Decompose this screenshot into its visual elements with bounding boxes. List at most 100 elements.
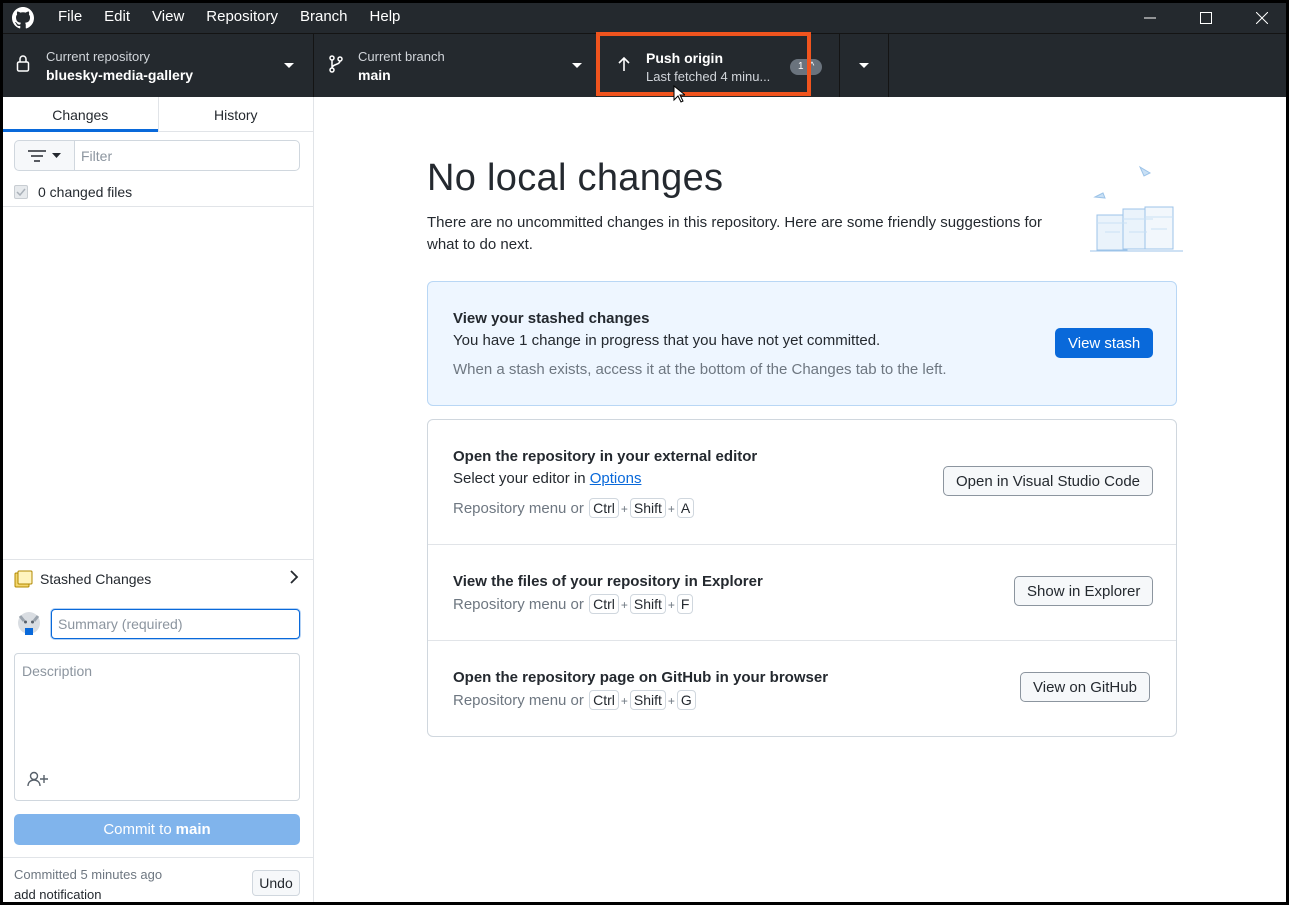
last-commit-message: add notification — [14, 887, 102, 902]
intro-text: There are no uncommitted changes in this… — [427, 214, 1043, 253]
user-avatar — [18, 612, 40, 635]
branch-icon — [329, 55, 343, 73]
add-coauthor-icon[interactable] — [27, 771, 49, 787]
last-fetched-text: Last fetched 4 minu... — [646, 69, 771, 84]
select-all-checkbox[interactable] — [14, 184, 28, 199]
more-options-dropdown[interactable] — [840, 34, 889, 98]
stash-card: View your stashed changes You have 1 cha… — [427, 281, 1177, 406]
mouse-cursor-icon — [673, 85, 685, 103]
suggestions-card: Open the repository in your external edi… — [427, 419, 1177, 737]
key-ctrl: Ctrl — [589, 594, 619, 614]
commit-summary-input[interactable] — [51, 609, 300, 639]
stash-icon — [14, 570, 33, 587]
close-icon — [1256, 12, 1268, 24]
last-commit-time: Committed 5 minutes ago — [14, 867, 163, 882]
chevron-down-icon — [52, 153, 61, 158]
page-title: No local changes — [427, 157, 724, 199]
toolbar: Current repository bluesky-media-gallery… — [3, 33, 1286, 98]
divider — [428, 544, 1176, 545]
stash-card-title: View your stashed changes — [453, 310, 650, 327]
empty-state-illustration — [1090, 165, 1183, 252]
filter-options-button[interactable] — [14, 140, 74, 171]
editor-card-title: Open the repository in your external edi… — [453, 448, 758, 465]
main-panel: No local changes There are no uncommitte… — [315, 97, 1286, 902]
push-count-badge: 1 ^ — [790, 59, 823, 75]
editor-text-prefix: Select your editor in — [453, 470, 586, 487]
editor-card-text: Select your editor in Options — [453, 470, 641, 487]
sidebar: Changes History 0 changed files — [3, 97, 314, 902]
filter-row — [14, 140, 300, 171]
view-stash-button[interactable]: View stash — [1055, 328, 1154, 358]
branch-label: Current branch — [358, 49, 445, 64]
github-logo-icon — [12, 7, 34, 29]
stashed-changes-row[interactable]: Stashed Changes — [3, 559, 313, 597]
push-count: 1 — [798, 61, 804, 72]
lock-icon — [16, 55, 30, 72]
divider — [428, 640, 1176, 641]
changed-files-row: 0 changed files — [3, 177, 313, 207]
key-f: F — [676, 594, 694, 614]
menu-repository[interactable]: Repository — [195, 3, 289, 33]
tab-history[interactable]: History — [157, 97, 314, 131]
key-ctrl: Ctrl — [589, 498, 619, 518]
changed-files-count: 0 changed files — [38, 183, 133, 200]
filter-icon — [28, 149, 46, 162]
editor-shortcut: Repository menu or Ctrl + Shift + A — [453, 498, 695, 518]
commit-button-prefix: Commit to — [103, 821, 172, 838]
undo-button[interactable]: Undo — [252, 870, 300, 896]
filter-input[interactable] — [74, 140, 300, 171]
github-card-title: Open the repository page on GitHub in yo… — [453, 669, 829, 686]
menu-help[interactable]: Help — [359, 3, 412, 33]
minimize-icon — [1144, 17, 1156, 19]
shortcut-prefix: Repository menu or — [453, 500, 584, 517]
menu-branch[interactable]: Branch — [289, 3, 359, 33]
key-shift: Shift — [629, 498, 666, 518]
shortcut-prefix: Repository menu or — [453, 692, 584, 709]
explorer-shortcut: Repository menu or Ctrl + Shift + F — [453, 594, 694, 614]
check-icon — [16, 188, 26, 196]
show-in-explorer-button[interactable]: Show in Explorer — [1014, 576, 1154, 606]
explorer-card-title: View the files of your repository in Exp… — [453, 573, 763, 590]
menu-edit[interactable]: Edit — [93, 3, 141, 33]
arrow-up-icon — [618, 56, 630, 71]
key-a: A — [676, 498, 695, 518]
key-shift: Shift — [629, 690, 666, 710]
current-branch-dropdown[interactable]: Current branch main — [314, 34, 597, 98]
maximize-icon — [1200, 12, 1212, 24]
menu-view[interactable]: View — [141, 3, 195, 33]
key-g: G — [676, 690, 696, 710]
description-placeholder: Description — [22, 663, 93, 679]
github-desktop-window: File Edit View Repository Branch Help Cu… — [3, 3, 1286, 902]
arrow-up-small-icon: ^ — [809, 61, 815, 72]
key-ctrl: Ctrl — [589, 690, 619, 710]
maximize-button[interactable] — [1178, 3, 1234, 33]
commit-button-branch: main — [175, 821, 211, 838]
stashed-changes-label: Stashed Changes — [40, 570, 152, 587]
tab-changes[interactable]: Changes — [3, 97, 158, 132]
last-commit-panel: Committed 5 minutes ago add notification… — [3, 857, 313, 902]
chevron-right-icon — [290, 570, 299, 584]
shortcut-prefix: Repository menu or — [453, 596, 584, 613]
sidebar-tabs: Changes History — [3, 97, 313, 132]
menu-file[interactable]: File — [47, 3, 93, 33]
branch-name: main — [358, 67, 391, 83]
options-link[interactable]: Options — [590, 470, 642, 487]
commit-button[interactable]: Commit to main — [14, 814, 300, 845]
repository-name: bluesky-media-gallery — [46, 67, 194, 83]
menu-bar: File Edit View Repository Branch Help — [47, 3, 411, 33]
open-in-vscode-button[interactable]: Open in Visual Studio Code — [943, 466, 1154, 496]
chevron-down-icon — [572, 63, 582, 68]
chevron-down-icon — [859, 63, 869, 68]
close-button[interactable] — [1234, 3, 1286, 33]
commit-description-field[interactable]: Description — [14, 653, 300, 801]
push-origin-button[interactable]: Push origin Last fetched 4 minu... 1 ^ — [597, 34, 840, 98]
current-repository-dropdown[interactable]: Current repository bluesky-media-gallery — [3, 34, 314, 98]
title-bar: File Edit View Repository Branch Help — [3, 3, 1286, 33]
key-shift: Shift — [629, 594, 666, 614]
chevron-down-icon — [284, 63, 294, 68]
repository-label: Current repository — [46, 49, 151, 64]
github-shortcut: Repository menu or Ctrl + Shift + G — [453, 690, 697, 710]
minimize-button[interactable] — [1122, 3, 1178, 33]
view-on-github-button[interactable]: View on GitHub — [1020, 672, 1150, 702]
push-label: Push origin — [646, 50, 723, 66]
